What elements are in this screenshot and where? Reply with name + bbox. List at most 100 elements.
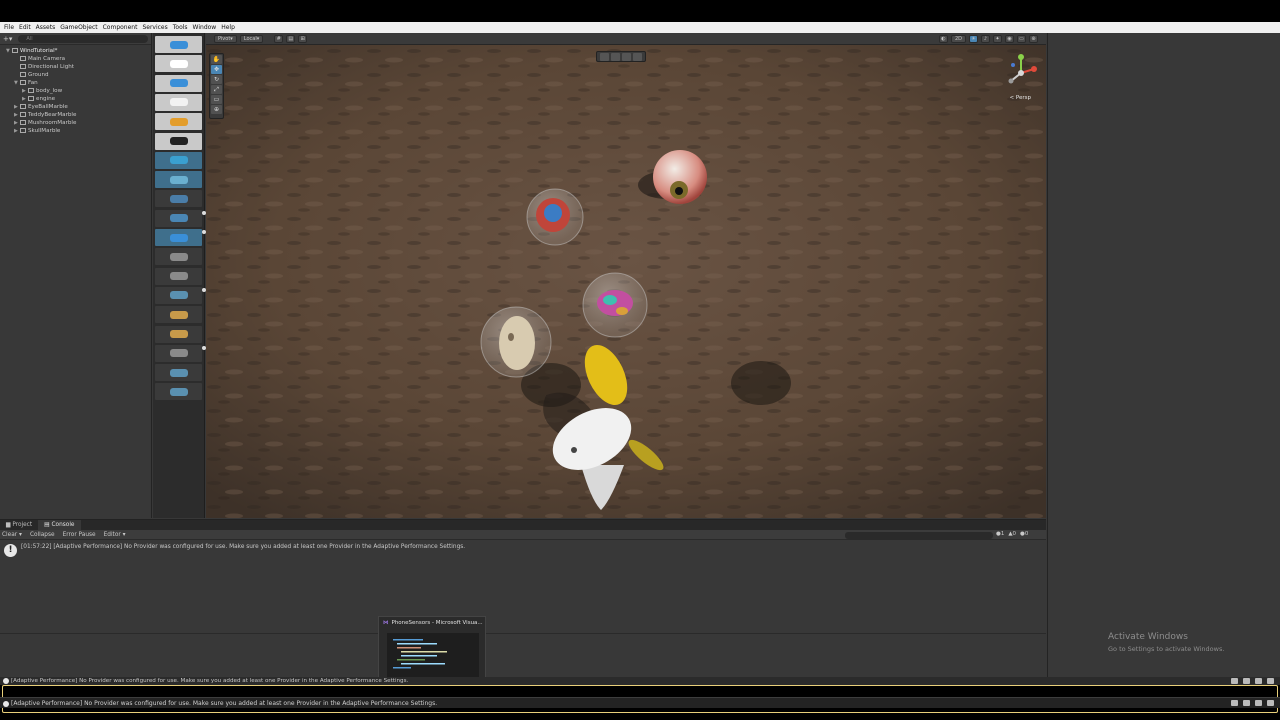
menu-window[interactable]: Window: [193, 24, 217, 31]
account-icon[interactable]: [1267, 700, 1274, 706]
cloud-icon[interactable]: [1255, 700, 1262, 706]
local-button[interactable]: Local ▾: [239, 34, 264, 43]
hierarchy-item[interactable]: ▶ TeddyBearMarble: [0, 111, 151, 119]
gizmo-icon[interactable]: [1001, 51, 1041, 101]
palette-tool-button[interactable]: [155, 267, 202, 285]
menu-gameobject[interactable]: GameObject: [60, 24, 97, 31]
gameobject-icon: [20, 80, 26, 85]
scene-view[interactable]: Pivot ▾ Local ▾ # ▤ ⊞ ◐ 2D ☀ ♪ ✦ ◉ ▭ ⊕ ✋ ✥…: [206, 33, 1046, 518]
palette-tool-icon: [169, 310, 188, 319]
warning-count[interactable]: ▲0: [1008, 531, 1016, 537]
error-pause-button[interactable]: Error Pause: [63, 532, 96, 538]
lighting-toggle[interactable]: ☀: [969, 34, 978, 43]
hierarchy-item[interactable]: ▶ engine: [0, 95, 151, 103]
status-bar[interactable]: [Adaptive Performance] No Provider was c…: [0, 697, 1280, 708]
palette-tool-icon: [169, 79, 188, 88]
clear-button[interactable]: Clear ▾: [2, 532, 22, 538]
palette-tool-icon: [169, 252, 188, 261]
palette-tool-button[interactable]: [155, 364, 202, 382]
menu-tools[interactable]: Tools: [173, 24, 188, 31]
cloud-icon[interactable]: [1255, 678, 1262, 684]
lighting-icon[interactable]: [1243, 678, 1250, 684]
error-count[interactable]: ●0: [1020, 531, 1028, 537]
scale-tool-icon[interactable]: ⤢: [211, 85, 222, 94]
grid-visibility-button[interactable]: ▤: [286, 34, 296, 43]
editor-dropdown[interactable]: Editor ▾: [104, 532, 126, 538]
thumbnail-app: PhoneSensors: [391, 620, 431, 626]
hierarchy-item[interactable]: ▶ MushroomMarble: [0, 119, 151, 127]
palette-tool-button[interactable]: [155, 171, 202, 189]
tab-console[interactable]: ▤ Console: [38, 520, 81, 530]
hand-tool-icon[interactable]: ✋: [211, 55, 222, 64]
palette-tool-button[interactable]: [155, 248, 202, 266]
lighting-icon[interactable]: [1243, 700, 1250, 706]
hierarchy-item[interactable]: ▶ body_low: [0, 87, 151, 95]
view-option-3[interactable]: [622, 52, 631, 61]
hierarchy-item[interactable]: Directional Light: [0, 63, 151, 71]
hierarchy-item[interactable]: ▶ EyeBallMarble: [0, 103, 151, 111]
palette-tool-button[interactable]: [155, 113, 202, 131]
palette-tool-button[interactable]: [155, 344, 206, 362]
bug-icon[interactable]: [1231, 700, 1238, 706]
gizmos-button[interactable]: ⊕: [1029, 34, 1038, 43]
status-message-upper: [Adaptive Performance] No Provider was c…: [11, 678, 409, 684]
rotate-tool-icon[interactable]: ↻: [211, 75, 222, 84]
palette-tool-button[interactable]: [155, 209, 206, 227]
palette-tool-button[interactable]: [155, 36, 202, 53]
status-message: [Adaptive Performance] No Provider was c…: [11, 700, 438, 707]
console-panel: ▆ Project ▤ Console Clear ▾ Collapse Err…: [0, 519, 1046, 683]
palette-tool-icon: [169, 40, 188, 49]
hierarchy-item[interactable]: Ground: [0, 71, 151, 79]
console-log-entry[interactable]: ! [01:57:22] [Adaptive Performance] No P…: [4, 544, 465, 557]
scene-camera-button[interactable]: ▭: [1017, 34, 1026, 43]
palette-tool-button[interactable]: [155, 306, 202, 324]
hierarchy-item[interactable]: Main Camera: [0, 55, 151, 63]
menu-assets[interactable]: Assets: [36, 24, 56, 31]
tab-project[interactable]: ▆ Project: [0, 520, 38, 530]
activate-windows-subtitle: Go to Settings to activate Windows.: [1108, 645, 1225, 653]
palette-tool-button[interactable]: [155, 383, 202, 401]
palette-tool-button[interactable]: [155, 151, 202, 169]
palette-tool-button[interactable]: [155, 132, 202, 150]
console-search-input[interactable]: [845, 532, 993, 539]
create-icon[interactable]: +▾: [3, 35, 12, 43]
menu-help[interactable]: Help: [221, 24, 235, 31]
palette-tool-button[interactable]: [155, 93, 202, 111]
taskbar-thumbnail[interactable]: ⋈ PhoneSensors - Microsoft Visua...: [378, 616, 486, 684]
move-tool-icon[interactable]: ✥: [211, 65, 222, 74]
grid-snap-button[interactable]: #: [274, 34, 284, 43]
menu-services[interactable]: Services: [142, 24, 167, 31]
persp-label[interactable]: < Persp: [1010, 95, 1031, 101]
hidden-objects-toggle[interactable]: ◉: [1005, 34, 1014, 43]
palette-tool-button[interactable]: [155, 55, 202, 73]
menu-edit[interactable]: Edit: [19, 24, 31, 31]
menu-file[interactable]: File: [4, 24, 14, 31]
view-option-2[interactable]: [611, 52, 620, 61]
hierarchy-item[interactable]: ▼ WindTutorial*: [0, 47, 151, 55]
menu-component[interactable]: Component: [103, 24, 138, 31]
info-count[interactable]: ●1: [996, 531, 1004, 537]
hierarchy-item[interactable]: ▶ SkullMarble: [0, 127, 151, 135]
palette-tool-button[interactable]: [155, 74, 202, 92]
effects-toggle[interactable]: ✦: [993, 34, 1002, 43]
mode-2d-button[interactable]: 2D: [950, 34, 966, 43]
view-option-1[interactable]: [600, 52, 609, 61]
transform-tool-icon[interactable]: ⊕: [211, 105, 222, 114]
status-bar-upper[interactable]: [Adaptive Performance] No Provider was c…: [0, 677, 1280, 685]
pivot-button[interactable]: Pivot ▾: [214, 34, 237, 43]
gameobject-icon: [20, 64, 26, 69]
palette-tool-button[interactable]: [155, 229, 206, 246]
increment-snap-button[interactable]: ⊞: [298, 34, 308, 43]
palette-tool-button[interactable]: [155, 325, 202, 343]
hierarchy-item[interactable]: ▼ Fan: [0, 79, 151, 87]
shading-mode-button[interactable]: ◐: [938, 34, 948, 43]
view-option-4[interactable]: [633, 52, 642, 61]
collapse-button[interactable]: Collapse: [30, 532, 55, 538]
bug-icon[interactable]: [1231, 678, 1238, 684]
palette-tool-button[interactable]: [155, 190, 202, 208]
audio-toggle[interactable]: ♪: [981, 34, 990, 43]
account-icon[interactable]: [1267, 678, 1274, 684]
palette-tool-button[interactable]: [155, 286, 206, 304]
hierarchy-search-input[interactable]: All: [18, 34, 148, 43]
rect-tool-icon[interactable]: ▭: [211, 95, 222, 104]
